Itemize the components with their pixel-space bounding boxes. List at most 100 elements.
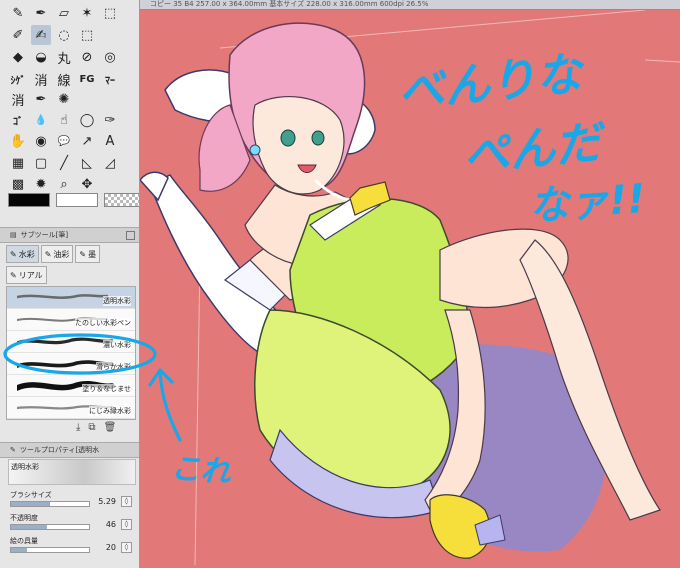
- brush-label: たのしい水彩ペン: [75, 318, 131, 328]
- left-tool-panel: ✎ ✒ ▱ ✶ ⬚ ✐ ✍ ◌ ⬚ ◆ ◒ 丸 ⊘ ◎ ｼｹﾞ消線 FG ﾏｰ消 ✒ ✺ ｺﾞ 💧 ☝ ◯ ✑ ✋ ◉ 💬 ↗ A ▦ ▢ ╱…: [0, 0, 140, 568]
- brush-item[interactable]: 塗り＆なじませ: [7, 375, 135, 397]
- brush-icon[interactable]: ✍: [31, 25, 51, 45]
- ruler-icon[interactable]: ◺: [77, 153, 97, 173]
- right-eye: [311, 130, 325, 146]
- earring: [249, 144, 261, 156]
- tab-ink-label: 墨: [88, 249, 97, 259]
- pen2-icon[interactable]: ✑: [100, 110, 120, 130]
- tab-ink[interactable]: ✎ 墨: [75, 245, 101, 263]
- tab-watercolor[interactable]: ✎ 水彩: [6, 245, 39, 263]
- eraser-icon[interactable]: ▱: [54, 3, 74, 23]
- brush-list: 透明水彩たのしい水彩ペン濃い水彩滑らか水彩塗り＆なじませにじみ縁水彩: [6, 286, 136, 420]
- gdrop-icon[interactable]: ｺﾞ: [8, 110, 28, 130]
- no-pen-icon[interactable]: ⊘: [77, 47, 97, 67]
- property-toggle-icon[interactable]: ◊: [121, 542, 132, 553]
- property-slider[interactable]: [10, 524, 90, 530]
- property-row: 絵の具量 20 ◊: [10, 536, 134, 558]
- brush-group-icon: ▤: [10, 231, 17, 239]
- tab-real-label: リアル: [18, 270, 43, 280]
- trash-icon[interactable]: 🗑: [104, 422, 117, 433]
- transparent-color-swatch[interactable]: [104, 193, 139, 207]
- brush-item[interactable]: 滑らか水彩: [7, 353, 135, 375]
- gradient-icon[interactable]: ▦: [8, 153, 28, 173]
- copy-icon[interactable]: ⧉: [88, 422, 95, 433]
- main-color-swatch[interactable]: [8, 193, 50, 207]
- drop2-icon[interactable]: ◉: [31, 131, 51, 151]
- vector-icon[interactable]: ↗: [77, 131, 97, 151]
- property-value[interactable]: 46: [106, 520, 116, 529]
- drawing-canvas[interactable]: [140, 10, 680, 568]
- tool-row: ◆ ◒ 丸 ⊘ ◎: [8, 47, 120, 69]
- color-swatches: [8, 193, 139, 207]
- spiral-icon[interactable]: ◎: [100, 47, 120, 67]
- tab-real[interactable]: ✎ リアル: [6, 266, 47, 284]
- download-icon[interactable]: ⤓: [76, 422, 80, 433]
- pen-icon[interactable]: ✒: [31, 3, 51, 23]
- line-icon[interactable]: ╱: [54, 153, 74, 173]
- property-row: 不透明度 46 ◊: [10, 513, 134, 535]
- marker-icon[interactable]: ﾏｰ: [100, 69, 120, 89]
- property-toggle-icon[interactable]: ◊: [121, 496, 132, 507]
- selection-icon[interactable]: ⬚: [100, 3, 120, 23]
- rect-icon[interactable]: ▢: [31, 153, 51, 173]
- subtool-tabs: ✎ 水彩 ✎ 油彩 ✎ 墨: [6, 245, 101, 263]
- property-label: 不透明度: [10, 514, 38, 522]
- tool-row: ｼｹﾞ消線 FG ﾏｰ: [8, 69, 120, 91]
- pencil-icon[interactable]: ✐: [8, 25, 28, 45]
- brush-list-tools: ⤓ ⧉ 🗑: [76, 422, 116, 433]
- property-value[interactable]: 5.29: [98, 497, 116, 506]
- move-icon[interactable]: ✥: [77, 174, 97, 194]
- drops-icon[interactable]: 💧: [31, 110, 51, 130]
- brush-stroke: [17, 337, 114, 345]
- brush-label: 滑らか水彩: [96, 362, 131, 372]
- eyedropper-icon[interactable]: ✎: [8, 3, 28, 23]
- marquee-icon[interactable]: ⬚: [77, 25, 97, 45]
- brush-item[interactable]: にじみ縁水彩: [7, 397, 135, 419]
- property-value[interactable]: 20: [106, 543, 116, 552]
- zoom-icon[interactable]: ⌕: [54, 174, 74, 194]
- subtool-panel-header: ▤ サブツール[筆]: [0, 227, 139, 243]
- tab-oil[interactable]: ✎ 油彩: [40, 245, 74, 263]
- brush-item[interactable]: たのしい水彩ペン: [7, 309, 135, 331]
- brush-icon: ✎: [10, 249, 17, 259]
- brush-item[interactable]: 透明水彩: [7, 287, 135, 309]
- brush-icon: ✎: [79, 249, 87, 259]
- sen-icon[interactable]: 線: [54, 69, 74, 89]
- property-slider[interactable]: [10, 547, 90, 553]
- magic-wand-icon[interactable]: ✶: [77, 3, 97, 23]
- fill-icon[interactable]: ◒: [31, 47, 51, 67]
- brush-label: 濃い水彩: [103, 340, 131, 350]
- kashou-icon[interactable]: 消: [31, 69, 51, 89]
- property-slider-fill: [11, 502, 50, 506]
- airbrush-icon[interactable]: ✺: [54, 89, 74, 109]
- brush-label: にじみ縁水彩: [89, 406, 131, 416]
- speech-icon[interactable]: 💬: [54, 131, 74, 151]
- tool-row: ▦ ▢ ╱ ◺ ◿: [8, 153, 120, 175]
- tool-property-header: ✎ ツールプロパティ[透明水: [0, 442, 139, 458]
- pen-sub-icon[interactable]: ✒: [31, 89, 51, 109]
- fg-icon[interactable]: FG: [77, 69, 97, 89]
- tool-row: 消 ✒ ✺: [8, 89, 74, 111]
- brush-item[interactable]: 濃い水彩: [7, 331, 135, 353]
- maru-icon[interactable]: 丸: [54, 47, 74, 67]
- subtool-header-label: サブツール[筆]: [20, 231, 69, 239]
- artwork: [140, 10, 680, 566]
- burst-icon[interactable]: ✹: [31, 174, 51, 194]
- balloon-icon[interactable]: ◯: [77, 110, 97, 130]
- shige-icon[interactable]: ｼｹﾞ: [8, 69, 28, 89]
- property-slider[interactable]: [10, 501, 90, 507]
- lasso-icon[interactable]: ◌: [54, 25, 74, 45]
- property-toggle-icon[interactable]: ◊: [121, 519, 132, 530]
- tab-watercolor-label: 水彩: [18, 249, 35, 259]
- sub-color-swatch[interactable]: [56, 193, 98, 207]
- text-icon[interactable]: A: [100, 131, 120, 151]
- panel-menu-icon[interactable]: [126, 230, 135, 240]
- eraser-black-icon[interactable]: ◆: [8, 47, 28, 67]
- smudge-icon[interactable]: ☝: [54, 110, 74, 130]
- ruler2-icon[interactable]: ◿: [100, 153, 120, 173]
- sharpen-icon[interactable]: 消: [8, 89, 28, 109]
- left-eye: [280, 129, 296, 147]
- grid-icon[interactable]: ▩: [8, 174, 28, 194]
- brush-label: 塗り＆なじませ: [82, 384, 131, 394]
- blend-icon[interactable]: ✋: [8, 131, 28, 151]
